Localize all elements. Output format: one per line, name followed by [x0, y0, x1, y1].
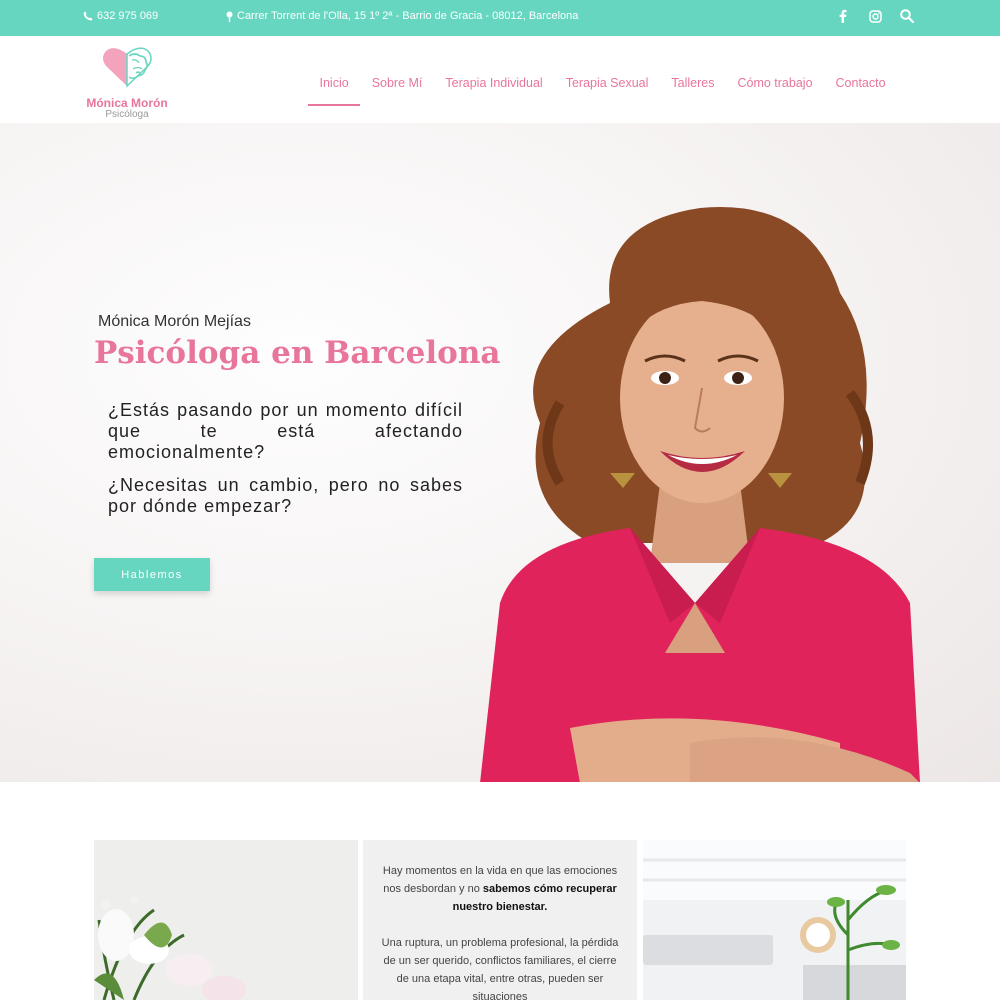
hero-name: Mónica Morón Mejías — [98, 313, 251, 330]
main-nav: Inicio Sobre Mí Terapia Individual Terap… — [308, 76, 897, 106]
search-icon[interactable] — [899, 7, 915, 25]
top-bar: 632 975 069 Carrer Torrent de l'Olla, 15… — [0, 0, 1000, 36]
portrait-image — [480, 207, 920, 782]
phone-number: 632 975 069 — [97, 10, 159, 22]
address-contact: Carrer Torrent de l'Olla, 15 1º 2ª - Bar… — [226, 10, 578, 22]
phone-contact[interactable]: 632 975 069 — [83, 10, 158, 22]
facebook-icon[interactable] — [835, 7, 851, 25]
intro-paragraph-1: Hay momentos en la vida en que las emoci… — [381, 862, 619, 916]
nav-item-terapia-individual[interactable]: Terapia Individual — [434, 76, 554, 106]
hero-title: Psicóloga en Barcelona — [94, 335, 501, 371]
address-text: Carrer Torrent de l'Olla, 15 1º 2ª - Bar… — [237, 10, 579, 22]
instagram-icon[interactable] — [867, 7, 883, 25]
heart-brain-logo-icon — [103, 47, 152, 88]
logo[interactable]: Mónica Morón Psicóloga — [80, 44, 174, 120]
nav-item-inicio[interactable]: Inicio — [308, 76, 361, 106]
nav-item-sobre-mi[interactable]: Sobre Mí — [360, 76, 434, 106]
nav-item-contacto[interactable]: Contacto — [824, 76, 897, 106]
hero-section: Mónica Morón Mejías Psicóloga en Barcelo… — [0, 123, 1000, 782]
nav-item-como-trabajo[interactable]: Cómo trabajo — [726, 76, 824, 106]
office-image — [643, 840, 906, 1000]
hero-question-2: ¿Necesitas un cambio, pero no sabes por … — [108, 475, 463, 516]
flowers-image — [94, 840, 358, 1000]
nav-item-talleres[interactable]: Talleres — [660, 76, 726, 106]
phone-icon — [83, 11, 93, 21]
nav-item-terapia-sexual[interactable]: Terapia Sexual — [554, 76, 660, 106]
map-pin-icon — [226, 11, 233, 22]
intro-text-card: Hay momentos en la vida en que las emoci… — [363, 840, 637, 1000]
intro-paragraph-2: Una ruptura, un problema profesional, la… — [381, 937, 619, 1000]
hero-question-1: ¿Estás pasando por un momento difícil qu… — [108, 400, 463, 462]
logo-brand: Mónica Morón — [86, 96, 168, 110]
site-header: Mónica Morón Psicóloga Inicio Sobre Mí T… — [0, 36, 1000, 123]
hablemos-button[interactable]: Hablemos — [94, 558, 210, 591]
intro-section: Hay momentos en la vida en que las emoci… — [94, 840, 906, 1000]
logo-subtitle: Psicóloga — [105, 109, 149, 120]
